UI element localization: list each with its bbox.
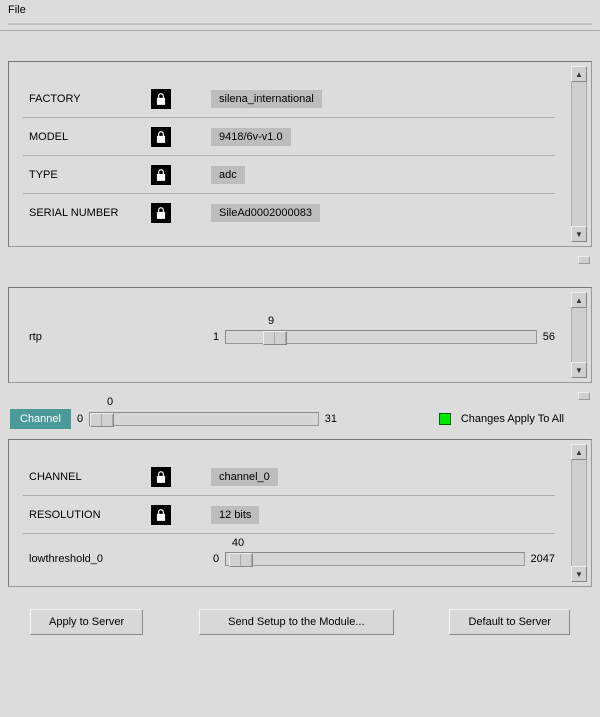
value-resolution: 12 bits (211, 506, 259, 524)
field-resolution: RESOLUTION 12 bits (23, 496, 555, 534)
lowthreshold-row: lowthreshold_0 0 40 2047 (23, 534, 555, 572)
label-serial: SERIAL NUMBER (23, 207, 151, 219)
lock-icon (151, 467, 171, 487)
button-bar: Apply to Server Send Setup to the Module… (0, 595, 600, 655)
scroll-track[interactable] (571, 82, 587, 226)
rtp-value-label: 9 (268, 315, 274, 327)
rtp-min: 1 (213, 331, 219, 343)
rtp-slider[interactable]: 1 9 56 (213, 330, 555, 344)
lock-icon (151, 165, 171, 185)
label-rtp: rtp (23, 331, 213, 343)
label-model: MODEL (23, 131, 151, 143)
lock-icon (151, 89, 171, 109)
field-serial: SERIAL NUMBER SileAd0002000083 (23, 194, 555, 232)
lowthreshold-track[interactable]: 40 (225, 552, 524, 566)
scrollbar[interactable]: ▲ ▼ (571, 444, 587, 582)
channel-thumb[interactable] (90, 413, 114, 427)
menubar-divider (8, 22, 592, 26)
lowthreshold-max: 2047 (531, 553, 555, 565)
value-serial: SileAd0002000083 (211, 204, 320, 222)
value-channel: channel_0 (211, 468, 278, 486)
lock-icon (151, 127, 171, 147)
lowthreshold-min: 0 (213, 553, 219, 565)
led-icon (439, 413, 451, 425)
value-factory: silena_international (211, 90, 322, 108)
rtp-max: 56 (543, 331, 555, 343)
label-type: TYPE (23, 169, 151, 181)
rtp-panel: rtp 1 9 56 ▲ ▼ (8, 287, 592, 383)
lock-icon (151, 203, 171, 223)
channel-min: 0 (77, 413, 83, 425)
menubar: File (0, 0, 600, 31)
menu-file[interactable]: File (8, 4, 26, 16)
channel-badge: Channel (10, 409, 71, 429)
label-resolution: RESOLUTION (23, 509, 151, 521)
channel-selector-row: Channel 0 0 31 Changes Apply To All (10, 409, 590, 429)
scroll-down-icon[interactable]: ▼ (571, 566, 587, 582)
apply-to-server-button[interactable]: Apply to Server (30, 609, 143, 635)
label-lowthreshold: lowthreshold_0 (23, 553, 213, 565)
scroll-up-icon[interactable]: ▲ (571, 444, 587, 460)
value-model: 9418/6v-v1.0 (211, 128, 291, 146)
send-setup-button[interactable]: Send Setup to the Module... (199, 609, 393, 635)
lowthreshold-thumb[interactable] (229, 553, 253, 567)
lowthreshold-value-label: 40 (232, 537, 244, 549)
scrollbar[interactable]: ▲ ▼ (571, 66, 587, 242)
field-channel: CHANNEL channel_0 (23, 458, 555, 496)
channel-slider[interactable]: 0 0 31 (77, 412, 337, 426)
field-model: MODEL 9418/6v-v1.0 (23, 118, 555, 156)
splitter-handle[interactable] (0, 391, 600, 399)
scroll-track[interactable] (571, 460, 587, 566)
scroll-up-icon[interactable]: ▲ (571, 66, 587, 82)
field-factory: FACTORY silena_international (23, 80, 555, 118)
default-to-server-button[interactable]: Default to Server (449, 609, 570, 635)
scroll-up-icon[interactable]: ▲ (571, 292, 587, 308)
apply-all-label: Changes Apply To All (461, 413, 564, 425)
scroll-track[interactable] (571, 308, 587, 362)
rtp-thumb[interactable] (263, 331, 287, 345)
channel-value-label: 0 (107, 396, 113, 408)
channel-max: 31 (325, 413, 337, 425)
rtp-row: rtp 1 9 56 (23, 318, 555, 356)
rtp-track[interactable]: 9 (225, 330, 537, 344)
channel-track[interactable] (89, 412, 319, 426)
scrollbar[interactable]: ▲ ▼ (571, 292, 587, 378)
splitter-handle[interactable] (0, 255, 600, 263)
scroll-down-icon[interactable]: ▼ (571, 362, 587, 378)
device-info-panel: FACTORY silena_international MODEL 9418/… (8, 61, 592, 247)
value-type: adc (211, 166, 245, 184)
scroll-down-icon[interactable]: ▼ (571, 226, 587, 242)
lock-icon (151, 505, 171, 525)
field-type: TYPE adc (23, 156, 555, 194)
lowthreshold-slider[interactable]: 0 40 2047 (213, 552, 555, 566)
label-factory: FACTORY (23, 93, 151, 105)
label-channel: CHANNEL (23, 471, 151, 483)
channel-props-panel: CHANNEL channel_0 RESOLUTION 12 bits low… (8, 439, 592, 587)
